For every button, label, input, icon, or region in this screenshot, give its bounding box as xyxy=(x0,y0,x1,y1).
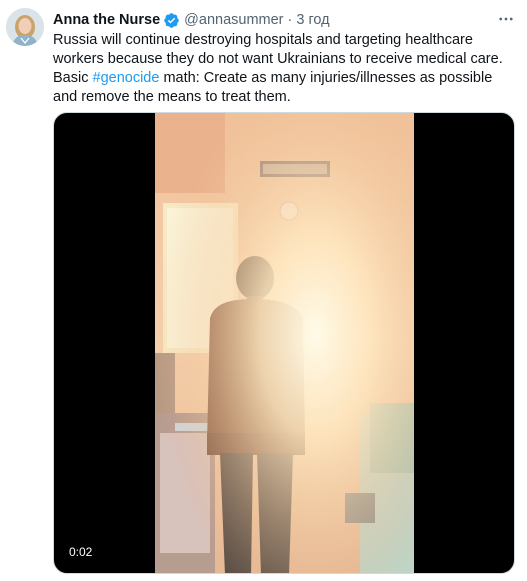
video-player[interactable]: 0:02 xyxy=(53,112,515,574)
more-dots-icon[interactable] xyxy=(495,8,517,30)
verified-badge-icon xyxy=(163,12,180,29)
header-separator: · xyxy=(287,12,293,28)
video-duration-badge: 0:02 xyxy=(64,543,98,561)
tweet-timestamp[interactable]: 3 год xyxy=(296,10,329,30)
author-handle[interactable]: @annasummer xyxy=(184,10,283,30)
avatar[interactable] xyxy=(6,8,44,46)
author-display-name[interactable]: Anna the Nurse xyxy=(53,10,160,30)
video-frame xyxy=(155,113,414,573)
tweet-header: Anna the Nurse @annasummer · 3 год xyxy=(53,10,491,30)
avatar-image xyxy=(6,8,44,46)
hashtag-link[interactable]: #genocide xyxy=(93,70,160,86)
tweet-text: Russia will continue destroying hospital… xyxy=(53,31,515,107)
tweet-card[interactable]: Anna the Nurse @annasummer · 3 год Russi… xyxy=(0,0,527,581)
